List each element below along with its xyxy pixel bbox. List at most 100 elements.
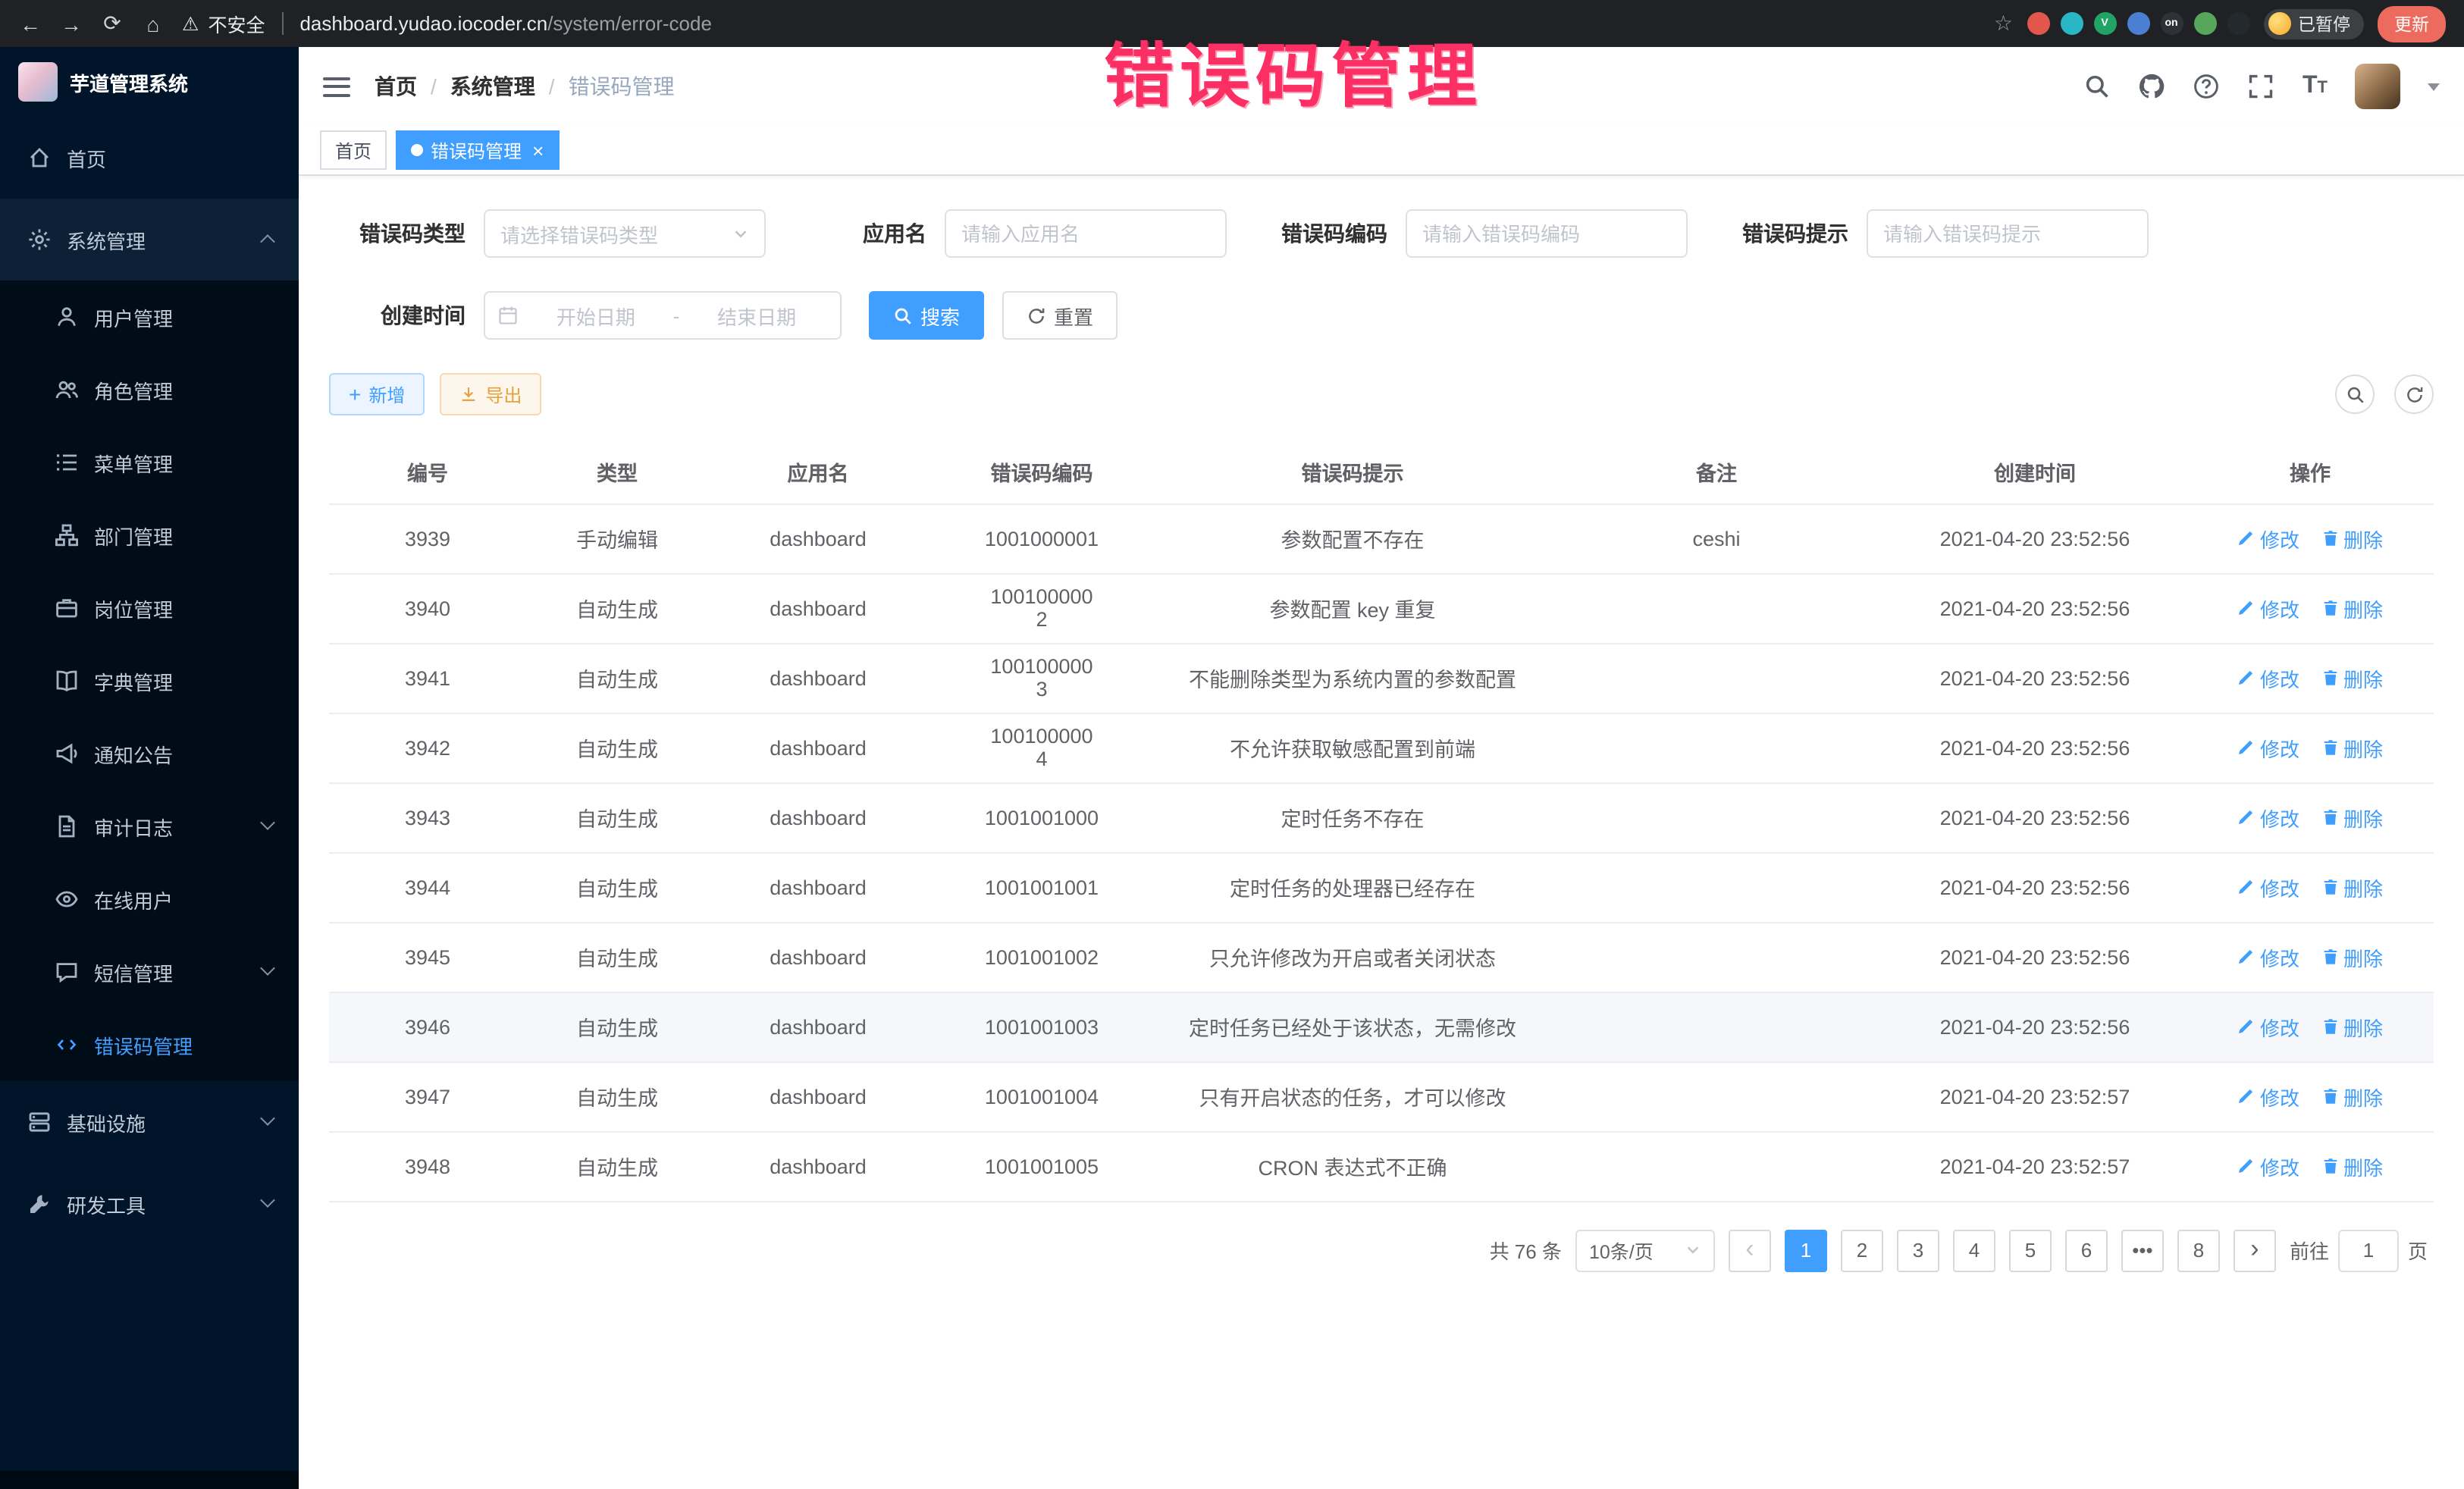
hamburger-icon[interactable] (323, 77, 350, 96)
avatar-caret-icon[interactable] (2428, 83, 2440, 90)
goto-page-input[interactable] (2338, 1229, 2399, 1271)
edit-link[interactable]: 修改 (2237, 803, 2299, 832)
edit-link[interactable]: 修改 (2237, 524, 2299, 553)
extension-icons: Von (2027, 12, 2249, 35)
edit-link[interactable]: 修改 (2237, 663, 2299, 692)
date-range-picker[interactable]: 开始日期 - 结束日期 (484, 291, 842, 340)
delete-link[interactable]: 删除 (2321, 1082, 2383, 1111)
sidebar-logo[interactable]: 芋道管理系统 (0, 47, 299, 117)
tab-error-code[interactable]: 错误码管理× (396, 130, 559, 170)
edit-link[interactable]: 修改 (2237, 873, 2299, 901)
sidebar-item-online-users[interactable]: 在线用户 (0, 863, 299, 936)
github-icon[interactable] (2139, 73, 2166, 100)
prev-page-button[interactable]: ‹ (1729, 1229, 1771, 1271)
page-ellipsis[interactable]: ••• (2121, 1229, 2164, 1271)
font-size-icon[interactable]: TT (2303, 73, 2328, 100)
address-bar[interactable]: dashboard.yudao.iocoder.cn/system/error-… (299, 12, 711, 35)
sidebar-item-sms[interactable]: 短信管理 (0, 936, 299, 1008)
bookmark-star-icon[interactable]: ☆ (1994, 11, 2013, 36)
sidebar-item-dict[interactable]: 字典管理 (0, 644, 299, 717)
sidebar-item-label: 角色管理 (94, 375, 173, 404)
table-row: 3941自动生成dashboard100100000 3不能删除类型为系统内置的… (329, 643, 2434, 713)
search-button[interactable]: 搜索 (869, 291, 984, 340)
page-button[interactable]: 4 (1953, 1229, 1995, 1271)
back-icon[interactable]: ← (18, 11, 42, 36)
edit-link[interactable]: 修改 (2237, 1012, 2299, 1041)
extension-icon[interactable] (2027, 12, 2049, 35)
edit-link[interactable]: 修改 (2237, 942, 2299, 971)
page-button[interactable]: 6 (2065, 1229, 2108, 1271)
breadcrumb-item[interactable]: 首页 (375, 71, 417, 102)
sidebar-item-home[interactable]: 首页 (0, 117, 299, 199)
help-icon[interactable] (2193, 73, 2221, 100)
error-type-select[interactable]: 请选择错误码类型 (484, 209, 766, 258)
toggle-search-button[interactable] (2335, 375, 2375, 414)
user-avatar[interactable] (2355, 64, 2400, 109)
edit-link[interactable]: 修改 (2237, 1082, 2299, 1111)
breadcrumb-item[interactable]: 系统管理 (450, 71, 535, 102)
sidebar-item-system[interactable]: 系统管理 (0, 199, 299, 281)
sidebar-item-infra[interactable]: 基础设施 (0, 1081, 299, 1163)
extension-icon[interactable] (2060, 12, 2083, 35)
sidebar-item-audit-log[interactable]: 审计日志 (0, 790, 299, 863)
edit-link[interactable]: 修改 (2237, 594, 2299, 622)
page-button[interactable]: 5 (2009, 1229, 2052, 1271)
browser-home-icon[interactable]: ⌂ (141, 11, 165, 36)
sidebar-item-notice[interactable]: 通知公告 (0, 717, 299, 790)
error-code-input[interactable] (1422, 211, 1671, 256)
sidebar-item-dev-tools[interactable]: 研发工具 (0, 1163, 299, 1245)
delete-link[interactable]: 删除 (2321, 733, 2383, 762)
add-button[interactable]: + 新增 (329, 373, 425, 415)
active-tab-dot (411, 144, 423, 156)
page-button[interactable]: 1 (1785, 1229, 1827, 1271)
navbar-right: TT (2084, 64, 2440, 109)
page-button[interactable]: 8 (2177, 1229, 2220, 1271)
sidebar-item-roles[interactable]: 角色管理 (0, 353, 299, 426)
delete-link[interactable]: 删除 (2321, 942, 2383, 971)
extension-icon[interactable]: on (2160, 12, 2183, 35)
delete-link[interactable]: 删除 (2321, 873, 2383, 901)
extension-icon[interactable]: V (2093, 12, 2116, 35)
reset-button[interactable]: 重置 (1002, 291, 1118, 340)
paused-profile-chip[interactable]: 已暂停 (2263, 8, 2364, 39)
delete-link[interactable]: 删除 (2321, 1012, 2383, 1041)
security-indicator[interactable]: ⚠ 不安全 (182, 9, 265, 38)
extension-icon[interactable] (2227, 12, 2249, 35)
delete-link[interactable]: 删除 (2321, 1152, 2383, 1180)
create-time-label: 创建时间 (329, 300, 466, 331)
edit-link[interactable]: 修改 (2237, 1152, 2299, 1180)
search-icon[interactable] (2084, 73, 2111, 100)
sidebar-item-depts[interactable]: 部门管理 (0, 499, 299, 572)
reload-icon[interactable]: ⟳ (100, 11, 124, 36)
table-row: 3943自动生成dashboard1001001000定时任务不存在2021-0… (329, 782, 2434, 852)
fullscreen-icon[interactable] (2248, 73, 2275, 100)
download-icon (459, 385, 478, 403)
tab-home[interactable]: 首页 (320, 130, 387, 170)
edit-link[interactable]: 修改 (2237, 733, 2299, 762)
sidebar-item-menus[interactable]: 菜单管理 (0, 426, 299, 499)
export-button[interactable]: 导出 (440, 373, 541, 415)
extension-icon[interactable] (2193, 12, 2216, 35)
app-name-input[interactable] (961, 211, 1210, 256)
delete-link[interactable]: 删除 (2321, 663, 2383, 692)
page-button[interactable]: 2 (1841, 1229, 1883, 1271)
sidebar-item-users[interactable]: 用户管理 (0, 281, 299, 353)
close-icon[interactable]: × (532, 140, 544, 160)
browser-update-button[interactable]: 更新 (2378, 5, 2446, 42)
sidebar-item-posts[interactable]: 岗位管理 (0, 572, 299, 644)
refresh-button[interactable] (2394, 375, 2434, 414)
page-content: 错误码类型 请选择错误码类型 应用名 错误码编码 (299, 176, 2464, 1489)
extension-icon[interactable] (2127, 12, 2149, 35)
delete-link[interactable]: 删除 (2321, 803, 2383, 832)
delete-link[interactable]: 删除 (2321, 594, 2383, 622)
delete-link[interactable]: 删除 (2321, 524, 2383, 553)
sidebar-item-label: 菜单管理 (94, 448, 173, 477)
forward-icon[interactable]: → (59, 11, 83, 36)
page-size-select[interactable]: 10条/页 (1575, 1229, 1715, 1271)
sidebar-item-error-code[interactable]: 错误码管理 (0, 1008, 299, 1081)
page-button[interactable]: 3 (1897, 1229, 1939, 1271)
sidebar-item-label: 用户管理 (94, 303, 173, 331)
next-page-button[interactable]: › (2234, 1229, 2276, 1271)
code-icon (55, 1033, 79, 1057)
error-hint-input[interactable] (1883, 211, 2132, 256)
